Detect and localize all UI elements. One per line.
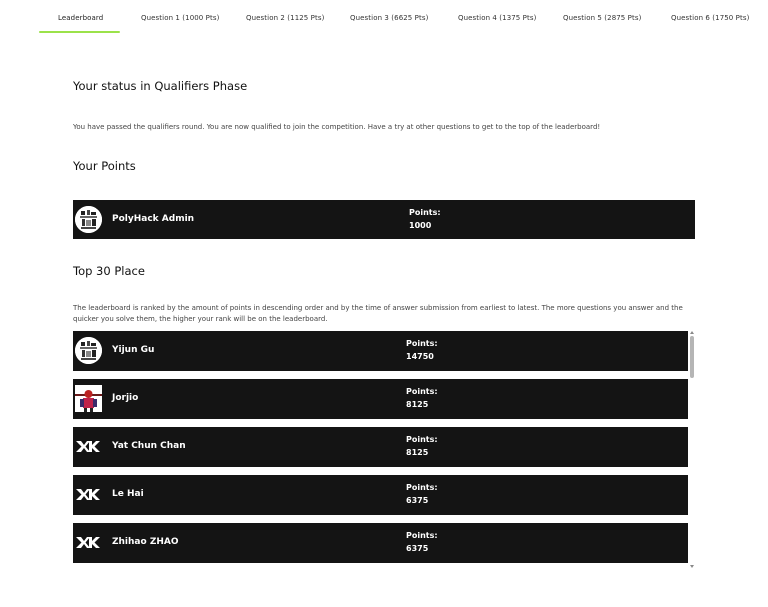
leaderboard-row: Jorjio Points: 8125 [73, 379, 688, 419]
player-name: Jorjio [112, 393, 139, 403]
tab-leaderboard[interactable]: Leaderboard [58, 14, 103, 22]
pixel-art-avatar-icon [75, 337, 102, 364]
xk-logo-avatar-icon [75, 481, 102, 508]
tab-question-3[interactable]: Question 3 (6625 Pts) [350, 14, 428, 22]
player-name: Zhihao ZHAO [112, 537, 179, 547]
points-value: 8125 [406, 448, 429, 457]
tab-question-4[interactable]: Question 4 (1375 Pts) [458, 14, 536, 22]
leaderboard-scrollbar[interactable] [689, 331, 696, 569]
leaderboard-row: Yijun Gu Points: 14750 [73, 331, 688, 371]
active-tab-indicator [39, 31, 120, 33]
points-label: Points: [406, 435, 438, 444]
your-points-title: Your Points [73, 159, 136, 173]
points-value: 6375 [406, 496, 429, 505]
points-value: 6375 [406, 544, 429, 553]
scroll-thumb[interactable] [690, 336, 694, 378]
xk-logo-avatar-icon [75, 433, 102, 460]
tab-bar: Leaderboard Question 1 (1000 Pts) Questi… [0, 0, 768, 34]
your-points-value: 1000 [409, 221, 432, 230]
points-label: Points: [406, 387, 438, 396]
character-avatar-icon [75, 385, 102, 412]
tab-question-2[interactable]: Question 2 (1125 Pts) [246, 14, 324, 22]
points-value: 8125 [406, 400, 429, 409]
leaderboard-row: Le Hai Points: 6375 [73, 475, 688, 515]
player-name: Yat Chun Chan [112, 441, 186, 451]
pixel-art-avatar-icon [75, 206, 102, 233]
status-title: Your status in Qualifiers Phase [73, 79, 248, 93]
player-name: Yijun Gu [112, 345, 155, 355]
scroll-up-icon[interactable] [690, 331, 694, 334]
points-label: Points: [406, 483, 438, 492]
points-value: 14750 [406, 352, 434, 361]
tab-question-1[interactable]: Question 1 (1000 Pts) [141, 14, 219, 22]
leaderboard-description: The leaderboard is ranked by the amount … [73, 304, 683, 323]
your-points-card: PolyHack Admin Points: 1000 [73, 200, 695, 239]
leaderboard-list[interactable]: Yijun Gu Points: 14750 Jorjio Points: 81… [73, 331, 696, 569]
tab-question-5[interactable]: Question 5 (2875 Pts) [563, 14, 641, 22]
points-label: Points: [406, 339, 438, 348]
status-message: You have passed the qualifiers round. Yo… [73, 123, 601, 131]
points-label: Points: [406, 531, 438, 540]
xk-logo-avatar-icon [75, 529, 102, 556]
your-name: PolyHack Admin [112, 214, 195, 224]
leaderboard-row: Yat Chun Chan Points: 8125 [73, 427, 688, 467]
tab-question-6[interactable]: Question 6 (1750 Pts) [671, 14, 749, 22]
leaderboard-row: Zhihao ZHAO Points: 6375 [73, 523, 688, 563]
player-name: Le Hai [112, 489, 144, 499]
scroll-down-icon[interactable] [690, 565, 694, 568]
your-points-label: Points: [409, 208, 441, 217]
top-places-title: Top 30 Place [73, 264, 145, 278]
